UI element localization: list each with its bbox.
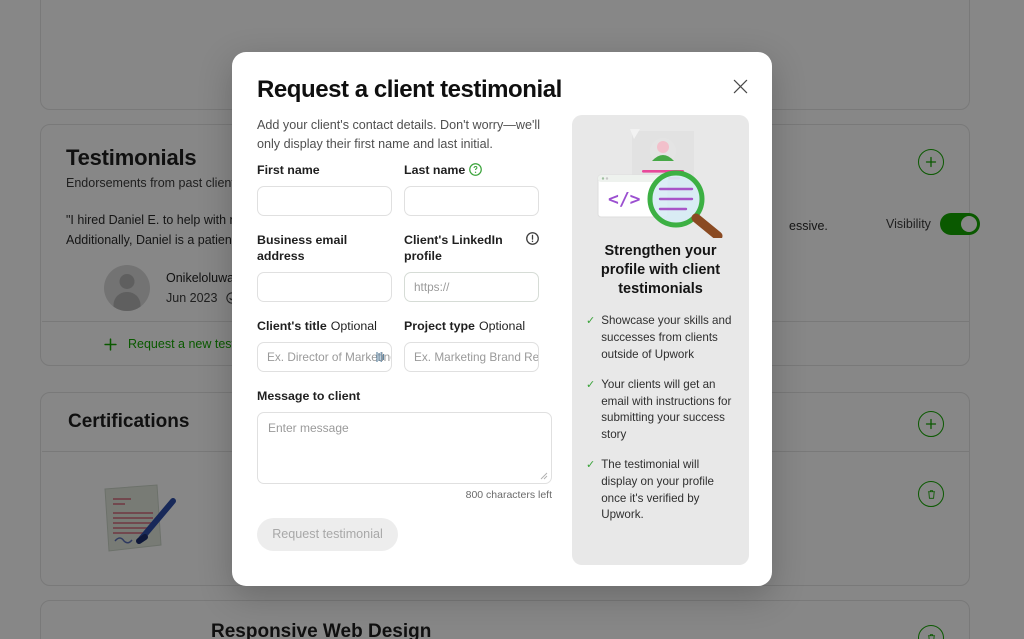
name-row: First name Last name <box>257 162 563 216</box>
project-type-placeholder: Ex. Marketing Brand Ref <box>414 349 539 364</box>
first-name-field: First name <box>257 162 392 216</box>
close-x-icon <box>733 79 747 93</box>
last-name-field: Last name <box>404 162 539 216</box>
client-title-optional-tag: Optional <box>330 319 377 334</box>
project-type-field: Project type Optional Ex. Marketing Bran… <box>404 318 539 372</box>
project-type-label: Project type Optional <box>404 318 539 335</box>
promo-heading: Strengthen your profile with client test… <box>600 243 721 298</box>
info-circle-icon[interactable] <box>526 231 539 245</box>
promo-illustration: </> <box>586 123 735 238</box>
magnifier-profile-code-illustration: </> <box>597 129 723 238</box>
character-counter: 800 characters left <box>465 488 552 501</box>
details-row: Client's title Optional Ex. Director of … <box>257 318 563 372</box>
business-email-field: Business email address <box>257 232 392 303</box>
client-title-input[interactable]: Ex. Director of Marketing <box>257 341 392 372</box>
linkedin-label: Client's LinkedIn profile <box>404 231 539 265</box>
resize-handle-icon[interactable] <box>540 472 548 480</box>
check-icon: ✓ <box>586 458 596 471</box>
promo-bullet-text: Showcase your skills and successes from … <box>601 314 732 361</box>
first-name-input[interactable] <box>257 185 392 216</box>
promo-panel: </> Strengthen your profile with client … <box>572 115 749 565</box>
project-type-label-text: Project type <box>404 319 475 334</box>
first-name-label: First name <box>257 163 320 177</box>
linkedin-field: Client's LinkedIn profile https:// <box>404 231 539 303</box>
business-email-label: Business email address <box>257 232 348 264</box>
page-title: Request a client testimonial <box>257 76 562 103</box>
svg-text:</>: </> <box>608 189 641 210</box>
testimonial-form: First name Last name Business email addr… <box>257 162 563 551</box>
client-title-field: Client's title Optional Ex. Director of … <box>257 318 392 372</box>
linkedin-input[interactable]: https:// <box>404 272 539 303</box>
check-icon: ✓ <box>586 315 596 328</box>
project-type-optional-tag: Optional <box>478 319 526 334</box>
client-title-label-text: Client's title <box>257 319 327 334</box>
message-placeholder: Enter message <box>268 420 349 435</box>
promo-bullet-text: The testimonial will display on your pro… <box>601 457 714 522</box>
promo-benefits-list: ✓ Showcase your skills and successes fro… <box>586 313 735 524</box>
business-email-input[interactable] <box>257 272 392 303</box>
close-icon[interactable] <box>726 72 754 100</box>
list-item: ✓ The testimonial will display on your p… <box>586 457 735 524</box>
modal-description: Add your client's contact details. Don't… <box>257 118 540 152</box>
request-testimonial-modal: Request a client testimonial Add your cl… <box>232 52 772 586</box>
request-testimonial-submit-button[interactable]: Request testimonial <box>257 517 398 551</box>
message-textarea[interactable]: Enter message <box>257 411 552 484</box>
message-label: Message to client <box>257 388 361 403</box>
question-circle-icon[interactable] <box>469 163 483 176</box>
last-name-label: Last name <box>404 162 539 179</box>
project-type-input[interactable]: Ex. Marketing Brand Ref <box>404 341 539 372</box>
linkedin-placeholder: https:// <box>414 280 450 295</box>
password-manager-icon <box>376 351 384 362</box>
client-title-placeholder: Ex. Director of Marketing <box>267 349 392 364</box>
check-icon: ✓ <box>586 378 596 391</box>
linkedin-label-text: Client's LinkedIn profile <box>404 232 503 264</box>
last-name-input[interactable] <box>404 185 539 216</box>
list-item: ✓ Showcase your skills and successes fro… <box>586 313 735 363</box>
promo-bullet-text: Your clients will get an email with inst… <box>601 377 732 442</box>
message-field: Message to client Enter message 800 char… <box>257 388 563 501</box>
contact-row: Business email address Client's LinkedIn… <box>257 231 563 303</box>
list-item: ✓ Your clients will get an email with in… <box>586 377 735 444</box>
client-title-label: Client's title Optional <box>257 318 392 335</box>
last-name-label-text: Last name <box>404 163 466 177</box>
